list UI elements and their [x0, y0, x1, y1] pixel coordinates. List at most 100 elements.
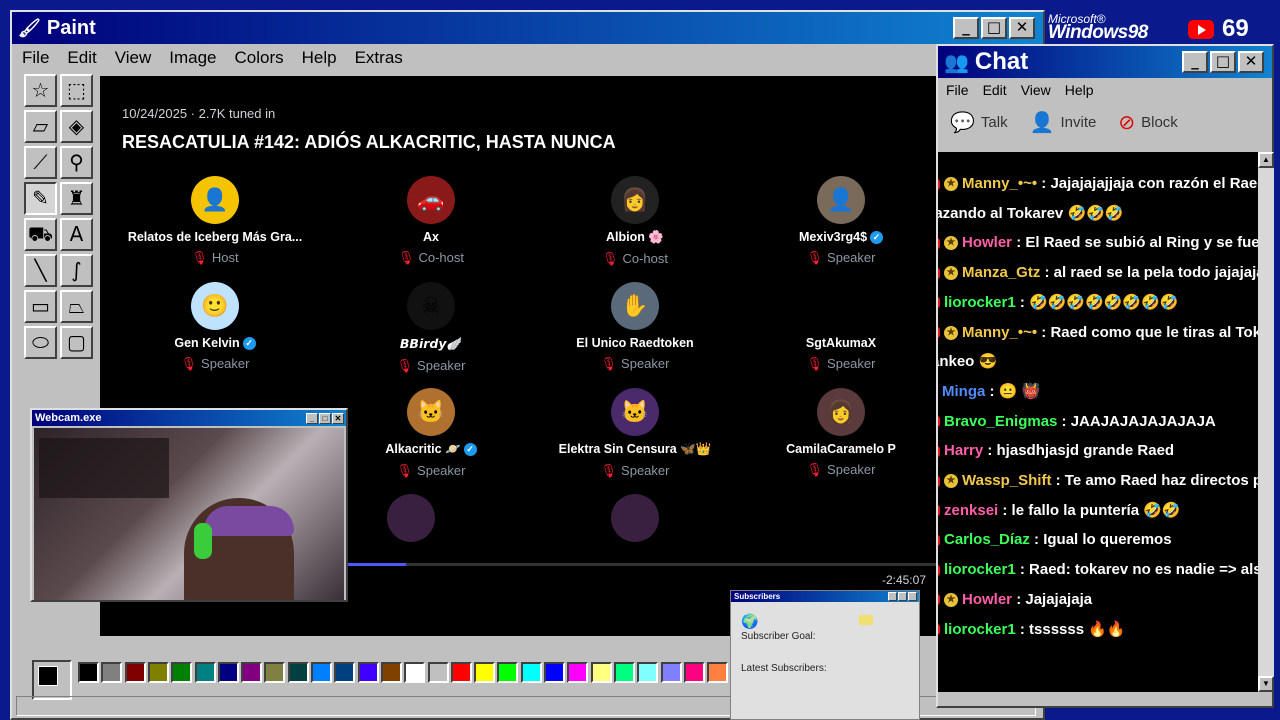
scroll-down-icon[interactable]: ▼ [1258, 676, 1274, 692]
chat-username[interactable]: Manny_•~• [962, 324, 1041, 341]
text-icon[interactable]: A [60, 218, 93, 251]
subs-maximize-button[interactable] [898, 592, 907, 601]
color-swatch[interactable] [357, 662, 379, 683]
color-swatch[interactable] [264, 662, 286, 683]
participant-card[interactable]: ☠ 𝘽𝘽𝙞𝙧𝙙𝙮🪽 🎙 Speaker [326, 282, 536, 374]
fill-icon[interactable]: ◈ [60, 110, 93, 143]
brush-icon[interactable]: ♜ [60, 182, 93, 215]
menu-extras[interactable]: Extras [355, 48, 403, 68]
chat-username[interactable]: Wassp_Shift [962, 472, 1056, 489]
curve-icon[interactable]: ∫ [60, 254, 93, 287]
color-swatch[interactable] [147, 662, 169, 683]
chat-menu-edit[interactable]: Edit [983, 82, 1007, 98]
chat-menu-view[interactable]: View [1021, 82, 1051, 98]
color-swatch[interactable] [311, 662, 332, 683]
chat-menu-file[interactable]: File [946, 82, 969, 98]
maximize-button[interactable]: □ [981, 17, 1007, 39]
magnifier-icon[interactable]: ⚲ [60, 146, 93, 179]
color-swatch[interactable] [124, 662, 146, 683]
color-swatch[interactable] [660, 662, 682, 683]
subs-minimize-button[interactable] [888, 592, 897, 601]
color-swatch[interactable] [380, 662, 402, 683]
airbrush-icon[interactable]: ⛟ [24, 218, 57, 251]
scroll-up-icon[interactable]: ▲ [1258, 152, 1274, 168]
color-swatch[interactable] [217, 662, 239, 683]
block-button[interactable]: ⊘ Block [1118, 110, 1177, 135]
color-swatch[interactable] [683, 662, 705, 683]
chat-close-button[interactable]: ✕ [1238, 51, 1264, 73]
webcam-maximize-button[interactable]: □ [319, 412, 331, 424]
participant-card[interactable]: 👤 Mexiv3rg4$ ✓ 🎙 Speaker [736, 176, 938, 266]
color-swatch[interactable] [171, 662, 193, 683]
webcam-close-button[interactable]: ✕ [332, 412, 344, 424]
color-swatch[interactable] [78, 662, 99, 683]
color-swatch[interactable] [101, 662, 123, 683]
webcam-minimize-button[interactable]: _ [306, 412, 318, 424]
line-icon[interactable]: ╲ [24, 254, 57, 287]
color-swatch[interactable] [427, 662, 449, 683]
chat-scrollbar[interactable]: ▲ ▼ [1258, 152, 1274, 692]
participant-card[interactable]: 🐱 Alkacritic 🪐 ✓ 🎙 Speaker [326, 388, 536, 479]
chat-username[interactable]: Harry [944, 442, 987, 459]
chat-username[interactable]: Bravo_Enigmas [944, 413, 1062, 430]
color-swatch[interactable] [707, 662, 729, 683]
rectangle-icon[interactable]: ▭ [24, 290, 57, 323]
rect-select-icon[interactable]: ⬚ [60, 74, 93, 107]
participant-card[interactable]: ☠ SgtAkumaX 🎙 Speaker [736, 282, 938, 372]
chat-username[interactable]: liorocker1 [944, 561, 1020, 578]
color-swatch[interactable] [590, 662, 612, 683]
color-swatch[interactable] [520, 662, 542, 683]
participant-avatar[interactable] [387, 494, 435, 542]
chat-log[interactable]: ★ Manny_•~• : Jajajajajjaja con razón el … [938, 152, 1258, 692]
participant-card[interactable]: 👩 CamilaCaramelo P 🎙 Speaker [736, 388, 938, 478]
chat-username[interactable]: Manza_Gtz [962, 264, 1045, 281]
ellipse-icon[interactable]: ⬭ [24, 326, 57, 359]
participant-card[interactable]: 🚗 Ax 🎙 Co-host [326, 176, 536, 266]
menu-edit[interactable]: Edit [67, 48, 96, 68]
chat-username[interactable]: zenksei [944, 502, 1002, 519]
color-swatch[interactable] [497, 662, 519, 683]
participant-card[interactable]: 👩 Albion 🌸 🎙 Co-host [530, 176, 740, 267]
polygon-icon[interactable]: ⏢ [60, 290, 93, 323]
chat-username[interactable]: Carlos_Díaz [944, 531, 1034, 548]
eyedropper-icon[interactable]: ⟋ [24, 146, 57, 179]
eraser-icon[interactable]: ▱ [24, 110, 57, 143]
color-swatch[interactable] [194, 662, 216, 683]
menu-help[interactable]: Help [302, 48, 337, 68]
color-swatch[interactable] [567, 662, 589, 683]
color-swatch[interactable] [404, 662, 426, 683]
menu-view[interactable]: View [115, 48, 152, 68]
participant-card[interactable]: 🐱 Elektra Sin Censura 🦋👑 🎙 Speaker [530, 388, 740, 479]
subs-close-button[interactable] [908, 592, 917, 601]
chat-username[interactable]: Minga [942, 383, 990, 400]
participant-card[interactable]: ✋ El Unico Raedtoken 🎙 Speaker [530, 282, 740, 372]
chat-username[interactable]: liorocker1 [944, 621, 1020, 638]
talk-button[interactable]: 💬 Talk [950, 110, 1008, 135]
chat-minimize-button[interactable]: _ [1182, 51, 1208, 73]
color-swatch[interactable] [637, 662, 659, 683]
chat-maximize-button[interactable]: □ [1210, 51, 1236, 73]
participant-avatar[interactable] [611, 494, 659, 542]
chat-username[interactable]: Howler [962, 234, 1016, 251]
free-select-icon[interactable]: ☆ [24, 74, 57, 107]
participant-card[interactable]: 👤 Relatos de Iceberg Más Gra... 🎙 Host [110, 176, 320, 266]
chat-menu-help[interactable]: Help [1065, 82, 1094, 98]
close-button[interactable]: ✕ [1009, 17, 1035, 39]
menu-colors[interactable]: Colors [235, 48, 284, 68]
participant-card[interactable]: 🙂 Gen Kelvin ✓ 🎙 Speaker [110, 282, 320, 372]
color-swatch[interactable] [287, 662, 309, 683]
color-swatch[interactable] [474, 662, 496, 683]
color-swatch[interactable] [613, 662, 635, 683]
color-swatch[interactable] [241, 662, 263, 683]
chat-username[interactable]: liorocker1 [944, 294, 1020, 311]
color-swatch[interactable] [544, 662, 565, 683]
menu-image[interactable]: Image [169, 48, 216, 68]
invite-button[interactable]: 👤 Invite [1030, 110, 1097, 135]
color-swatch[interactable] [334, 662, 356, 683]
minimize-button[interactable]: _ [953, 17, 979, 39]
chat-username[interactable]: Manny_•~• [962, 175, 1041, 192]
chat-username[interactable]: Howler [962, 591, 1016, 608]
pencil-icon[interactable]: ✎ [24, 182, 57, 215]
color-swatch[interactable] [450, 662, 472, 683]
menu-file[interactable]: File [22, 48, 49, 68]
